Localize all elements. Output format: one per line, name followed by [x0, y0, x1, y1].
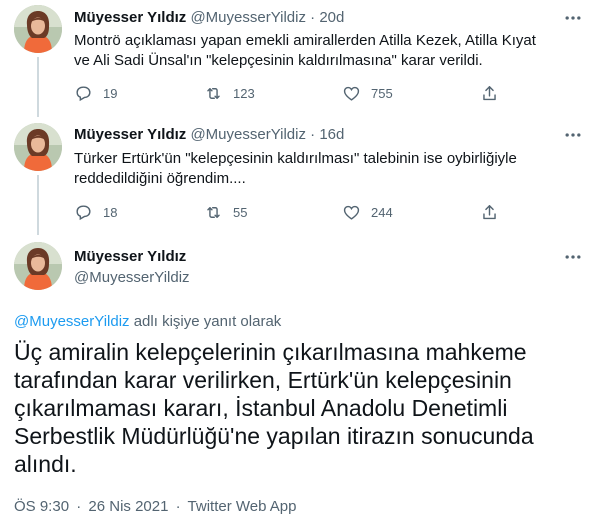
tweet-time[interactable]: 20d	[319, 9, 344, 26]
avatar[interactable]	[14, 123, 62, 171]
heart-icon	[343, 86, 360, 101]
like-count: 755	[371, 85, 393, 101]
reply-button[interactable]: 19	[74, 83, 117, 103]
reply-count: 19	[103, 85, 118, 101]
reply-context-text: adlı kişiye yanıt olarak	[133, 313, 282, 330]
like-count: 244	[371, 204, 393, 220]
reply-icon	[76, 204, 91, 220]
retweet-icon	[207, 87, 220, 99]
reply-button[interactable]: 18	[74, 202, 117, 222]
avatar[interactable]	[14, 242, 62, 290]
more-icon[interactable]	[563, 8, 583, 28]
tweet-date[interactable]: 26 Nis 2021	[88, 498, 168, 515]
tweet-timestamp[interactable]: ÖS 9:30	[14, 498, 69, 515]
replying-to: @MuyesserYildiz adlı kişiye yanıt olarak	[14, 312, 281, 332]
author-name[interactable]: Müyesser Yıldız	[74, 9, 186, 26]
like-button[interactable]: 755	[342, 83, 393, 103]
author-name[interactable]: Müyesser Yıldız	[74, 126, 186, 143]
retweet-button[interactable]: 123	[204, 83, 255, 103]
avatar[interactable]	[14, 5, 62, 53]
tweet-time[interactable]: 16d	[319, 126, 344, 143]
retweet-icon	[207, 206, 220, 218]
author-handle[interactable]: @MuyesserYildiz	[190, 9, 306, 26]
thread-line	[37, 175, 39, 235]
reply-mention-link[interactable]: @MuyesserYildiz	[14, 313, 130, 330]
tweet-text: Türker Ertürk'ün "kelepçesinin kaldırılm…	[74, 150, 517, 187]
thread-line	[37, 57, 39, 117]
tweet-header: Müyesser Yıldız @MuyesserYildiz · 20d	[74, 8, 344, 28]
share-button[interactable]	[480, 83, 509, 103]
retweet-button[interactable]: 55	[204, 202, 247, 222]
retweet-count: 55	[233, 204, 248, 220]
more-icon[interactable]	[563, 125, 583, 145]
retweet-count: 123	[233, 85, 255, 101]
meta-separator: ·	[76, 498, 82, 515]
main-tweet-text: Üç amiralin kelepçelerinin çıkarılmasına…	[14, 339, 534, 477]
main-author-name[interactable]: Müyesser Yıldız	[74, 247, 186, 267]
author-handle[interactable]: @MuyesserYildiz	[190, 126, 306, 143]
tweet-text: Montrö açıklaması yapan emekli amiraller…	[74, 32, 536, 69]
heart-icon	[343, 205, 360, 220]
share-icon	[483, 85, 496, 100]
main-author-handle[interactable]: @MuyesserYildiz	[74, 268, 190, 288]
reply-icon	[76, 85, 91, 101]
separator: ·	[310, 126, 316, 143]
like-button[interactable]: 244	[342, 202, 393, 222]
more-icon[interactable]	[563, 247, 583, 267]
share-button[interactable]	[480, 202, 509, 222]
tweet-source[interactable]: Twitter Web App	[188, 498, 297, 515]
separator: ·	[310, 9, 316, 26]
share-icon	[483, 204, 496, 219]
tweet-meta: ÖS 9:30 · 26 Nis 2021 · Twitter Web App	[14, 497, 296, 517]
tweet-header: Müyesser Yıldız @MuyesserYildiz · 16d	[74, 125, 344, 145]
reply-count: 18	[103, 204, 118, 220]
meta-separator: ·	[175, 498, 181, 515]
